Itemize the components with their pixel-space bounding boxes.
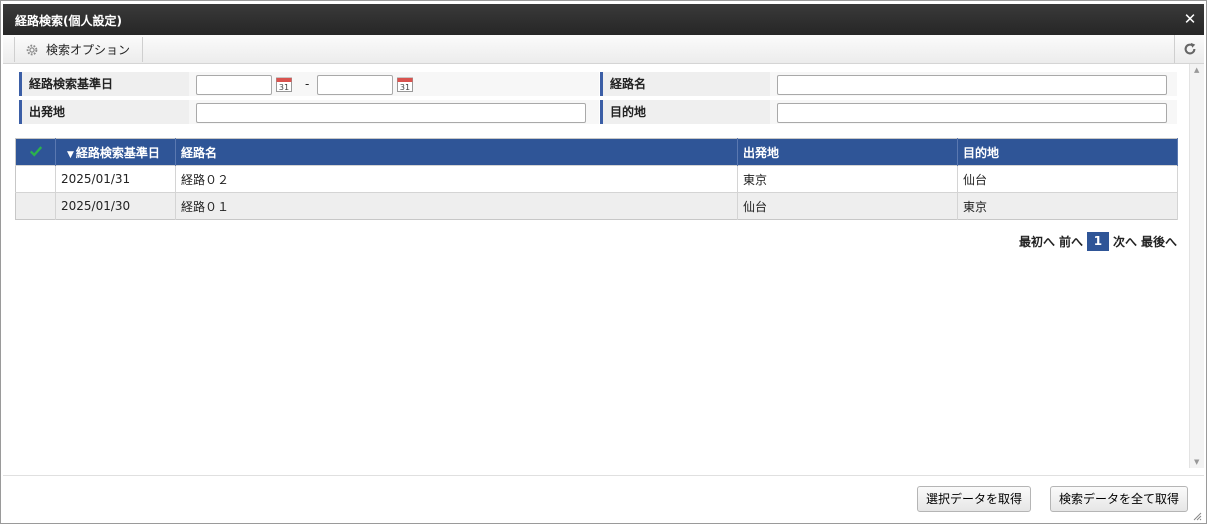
cell-departure: 仙台 — [737, 192, 958, 220]
destination-label: 目的地 — [600, 100, 770, 124]
column-header-route-name[interactable]: 経路名 — [175, 138, 738, 166]
table-header-row: ▼ 経路検索基準日 経路名 出発地 目的地 — [15, 138, 1178, 166]
row-select-cell[interactable] — [15, 165, 56, 193]
vertical-scrollbar[interactable]: ▲ ▼ — [1189, 64, 1204, 468]
pager: 最初へ 前へ 1 次へ 最後へ — [1019, 232, 1177, 251]
route-name-input[interactable] — [777, 75, 1167, 95]
get-all-data-button[interactable]: 検索データを全て取得 — [1049, 486, 1188, 512]
base-date-label: 経路検索基準日 — [19, 72, 189, 96]
route-table: ▼ 経路検索基準日 経路名 出発地 目的地 2025/01/31 経路０２ 東京 … — [15, 138, 1178, 220]
cell-destination: 東京 — [957, 192, 1178, 220]
departure-label: 出発地 — [19, 100, 189, 124]
search-option-button[interactable]: 検索オプション — [14, 37, 144, 62]
departure-input[interactable] — [196, 103, 586, 123]
date-separator: - — [305, 77, 310, 91]
dialog-titlebar[interactable]: 経路検索(個人設定) ✕ — [3, 4, 1204, 35]
scroll-down-icon[interactable]: ▼ — [1194, 458, 1199, 466]
svg-text:31: 31 — [279, 83, 289, 92]
resize-grip-icon[interactable] — [1193, 512, 1202, 521]
row-select-cell[interactable] — [15, 192, 56, 220]
select-all-header[interactable] — [15, 138, 56, 166]
route-search-dialog: 経路検索(個人設定) ✕ 検索オプション 経路検索基準日 31 - 31 経路名… — [0, 0, 1207, 524]
destination-input[interactable] — [777, 103, 1167, 123]
form-row-1: 経路検索基準日 31 - 31 経路名 — [19, 72, 1177, 98]
get-selected-data-button[interactable]: 選択データを取得 — [916, 486, 1031, 512]
cell-base-date: 2025/01/31 — [55, 165, 176, 193]
dialog-title: 経路検索(個人設定) — [15, 14, 122, 28]
dialog-content: 経路検索基準日 31 - 31 経路名 出発地 目的地 ▼ 経路検索基準日 経路… — [3, 64, 1189, 474]
from-date-input[interactable] — [196, 75, 272, 95]
check-icon — [29, 145, 42, 157]
column-header-departure[interactable]: 出発地 — [737, 138, 958, 166]
cell-base-date: 2025/01/30 — [55, 192, 176, 220]
scroll-up-icon[interactable]: ▲ — [1194, 66, 1199, 74]
table-row[interactable]: 2025/01/30 経路０１ 仙台 東京 — [15, 192, 1178, 220]
refresh-button[interactable] — [1174, 35, 1204, 63]
pager-last-link[interactable]: 最後へ — [1141, 233, 1177, 250]
pager-current-page[interactable]: 1 — [1086, 232, 1109, 251]
pager-prev-link[interactable]: 前へ — [1059, 233, 1083, 250]
column-header-destination[interactable]: 目的地 — [957, 138, 1178, 166]
calendar-icon[interactable]: 31 — [397, 76, 413, 92]
cell-destination: 仙台 — [957, 165, 1178, 193]
search-option-label: 検索オプション — [46, 43, 131, 57]
route-name-label: 経路名 — [600, 72, 770, 96]
to-date-input[interactable] — [317, 75, 393, 95]
pager-first-link[interactable]: 最初へ — [1019, 233, 1055, 250]
refresh-icon — [1184, 42, 1195, 55]
close-icon[interactable]: ✕ — [1182, 11, 1198, 27]
cell-departure: 東京 — [737, 165, 958, 193]
dialog-footer: 選択データを取得 検索データを全て取得 — [3, 475, 1204, 523]
calendar-icon[interactable]: 31 — [276, 76, 292, 92]
form-row-2: 出発地 目的地 — [19, 100, 1177, 126]
table-row[interactable]: 2025/01/31 経路０２ 東京 仙台 — [15, 165, 1178, 193]
column-header-base-date[interactable]: ▼ 経路検索基準日 — [55, 138, 176, 166]
gear-icon — [26, 44, 38, 55]
toolbar: 検索オプション — [3, 35, 1204, 64]
pager-next-link[interactable]: 次へ — [1113, 233, 1137, 250]
sort-desc-icon: ▼ — [67, 149, 74, 160]
svg-text:31: 31 — [400, 83, 410, 92]
cell-route-name: 経路０２ — [175, 165, 738, 193]
cell-route-name: 経路０１ — [175, 192, 738, 220]
